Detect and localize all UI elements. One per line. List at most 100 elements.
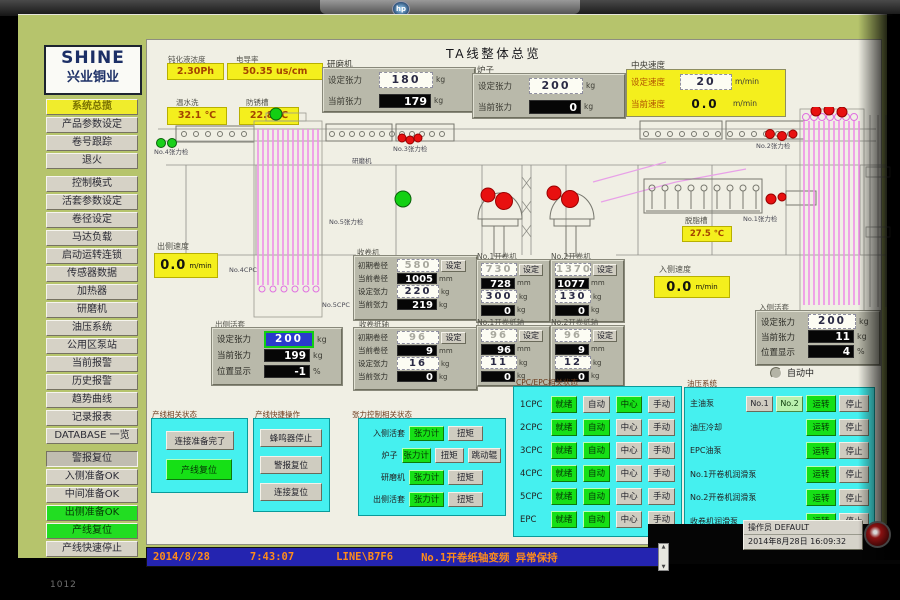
set-tension-value[interactable]: 12 [555,356,591,369]
cpc-ready-button[interactable]: 就绪 [551,488,578,505]
set-button[interactable]: 设定 [519,264,543,276]
set-tension-value[interactable]: 11 [481,356,517,369]
exit-looper-set-tension[interactable]: 200 [264,331,314,348]
cpc-manual-button[interactable]: 手动 [648,396,675,413]
set-tension-value[interactable]: 130 [555,290,591,303]
cpc-center-button[interactable]: 中心 [616,511,643,528]
stop-button[interactable]: 停止 [839,489,869,506]
sidebar-item[interactable]: 产线复位 [46,523,138,539]
cpc-ready-button[interactable]: 就绪 [551,511,578,528]
auto-radio-icon[interactable] [770,367,782,379]
cpc-auto-button[interactable]: 自动 [583,488,610,505]
sidebar-item[interactable]: 研磨机 [46,302,138,318]
stop-button[interactable]: 停止 [839,419,869,436]
cpc-auto-button[interactable]: 自动 [583,442,610,459]
connect-ready-button[interactable]: 连接准备完了 [166,431,234,450]
cpc-center-button[interactable]: 中心 [616,465,643,482]
set-button[interactable]: 设定 [519,330,543,342]
cpc-manual-button[interactable]: 手动 [648,419,675,436]
initial-diameter-value[interactable]: 96 [555,329,591,342]
sidebar-item[interactable]: 退火 [46,153,138,169]
status-bar-scrollbar[interactable]: ▲▼ [658,543,669,571]
run-button[interactable]: 运转 [806,395,836,412]
stop-button[interactable]: 停止 [839,395,869,412]
accumulator-tower-1 [254,108,322,317]
sidebar-item[interactable]: 警报复位 [46,451,138,467]
set-button[interactable]: 设定 [441,332,466,344]
sidebar-item[interactable]: 趋势曲线 [46,392,138,408]
cpc-manual-button[interactable]: 手动 [648,465,675,482]
sidebar-item[interactable]: 历史报警 [46,374,138,390]
cpc-ready-button[interactable]: 就绪 [551,396,578,413]
sidebar-item[interactable]: 入侧准备OK [46,469,138,485]
gauge-button[interactable]: 张力计 [402,448,431,463]
torque-button[interactable]: 扭矩 [448,492,483,507]
sidebar-item[interactable]: 活套参数设定 [46,194,138,210]
pump-no1-button[interactable]: No.1 [746,396,773,412]
sidebar-item[interactable]: 卷径设定 [46,212,138,228]
cpc-ready-button[interactable]: 就绪 [551,465,578,482]
set-button[interactable]: 设定 [593,264,617,276]
run-button[interactable]: 运转 [806,489,836,506]
run-button[interactable]: 运转 [806,466,836,483]
initial-diameter-value[interactable]: 1370 [555,263,591,276]
stop-button[interactable]: 停止 [839,442,869,459]
cpc-ready-button[interactable]: 就绪 [551,419,578,436]
set-tension-value[interactable]: 220 [397,285,439,298]
sidebar-item[interactable]: 产线快速停止 [46,541,138,557]
sidebar-item[interactable]: 油压系统 [46,320,138,336]
cpc-center-button[interactable]: 中心 [616,442,643,459]
furnace-set-value[interactable]: 200 [529,78,583,94]
sidebar-item[interactable]: DATABASE 一览 [46,428,138,444]
initial-diameter-value[interactable]: 96 [397,331,439,344]
cpc-auto-button[interactable]: 自动 [583,396,610,413]
cpc-ready-button[interactable]: 就绪 [551,442,578,459]
gauge-button[interactable]: 张力计 [409,426,444,441]
sidebar-item[interactable]: 传感器数据 [46,266,138,282]
torque-button[interactable]: 扭矩 [448,426,483,441]
run-button[interactable]: 运转 [806,419,836,436]
connect-reset-button[interactable]: 连接复位 [260,483,322,501]
center-speed-set-value[interactable]: 20 [680,74,732,90]
torque-button[interactable]: 扭矩 [448,470,483,485]
sidebar-item[interactable]: 产品参数设定 [46,117,138,133]
stop-button[interactable]: 停止 [839,466,869,483]
sidebar-item[interactable]: 加热器 [46,284,138,300]
dancer-button[interactable]: 跳动辊 [468,448,501,463]
set-button[interactable]: 设定 [593,330,617,342]
cpc-center-button[interactable]: 中心 [616,419,643,436]
sidebar-item[interactable]: 卷号跟踪 [46,135,138,151]
sidebar-item[interactable]: 启动运转连锁 [46,248,138,264]
pump-no2-button[interactable]: No.2 [776,396,803,412]
torque-button[interactable]: 扭矩 [435,448,464,463]
cpc-center-button[interactable]: 中心 [616,488,643,505]
sidebar-item[interactable]: 中间准备OK [46,487,138,503]
cpc-auto-button[interactable]: 自动 [583,419,610,436]
sidebar-item[interactable]: 出侧准备OK [46,505,138,521]
gauge-button[interactable]: 张力计 [409,492,444,507]
line-reset-button[interactable]: 产线复位 [166,459,232,480]
sidebar-item[interactable]: 当前报警 [46,356,138,372]
sidebar-item[interactable]: 控制模式 [46,176,138,192]
cpc-center-button[interactable]: 中心 [616,396,643,413]
sidebar-item[interactable]: 公用区泵站 [46,338,138,354]
sidebar-item[interactable]: 记录报表 [46,410,138,426]
alarm-reset-button[interactable]: 警报复位 [260,456,322,474]
sidebar-item[interactable]: 马达负载 [46,230,138,246]
cpc-auto-button[interactable]: 自动 [583,465,610,482]
cpc-manual-button[interactable]: 手动 [648,442,675,459]
cpc-manual-button[interactable]: 手动 [648,488,675,505]
buzzer-stop-button[interactable]: 蜂鸣器停止 [260,429,322,447]
grinder-set-value[interactable]: 180 [379,72,433,88]
set-button[interactable]: 设定 [441,260,466,272]
entry-looper-set-tension[interactable]: 200 [808,314,856,329]
initial-diameter-value[interactable]: 730 [481,263,517,276]
set-tension-value[interactable]: 300 [481,290,517,303]
initial-diameter-value[interactable]: 580 [397,259,439,272]
cpc-auto-button[interactable]: 自动 [583,511,610,528]
set-tension-value[interactable]: 16 [397,357,439,370]
run-button[interactable]: 运转 [806,442,836,459]
sidebar-item[interactable]: 系统总揽 [46,99,138,115]
initial-diameter-value[interactable]: 96 [481,329,517,342]
gauge-button[interactable]: 张力计 [409,470,444,485]
